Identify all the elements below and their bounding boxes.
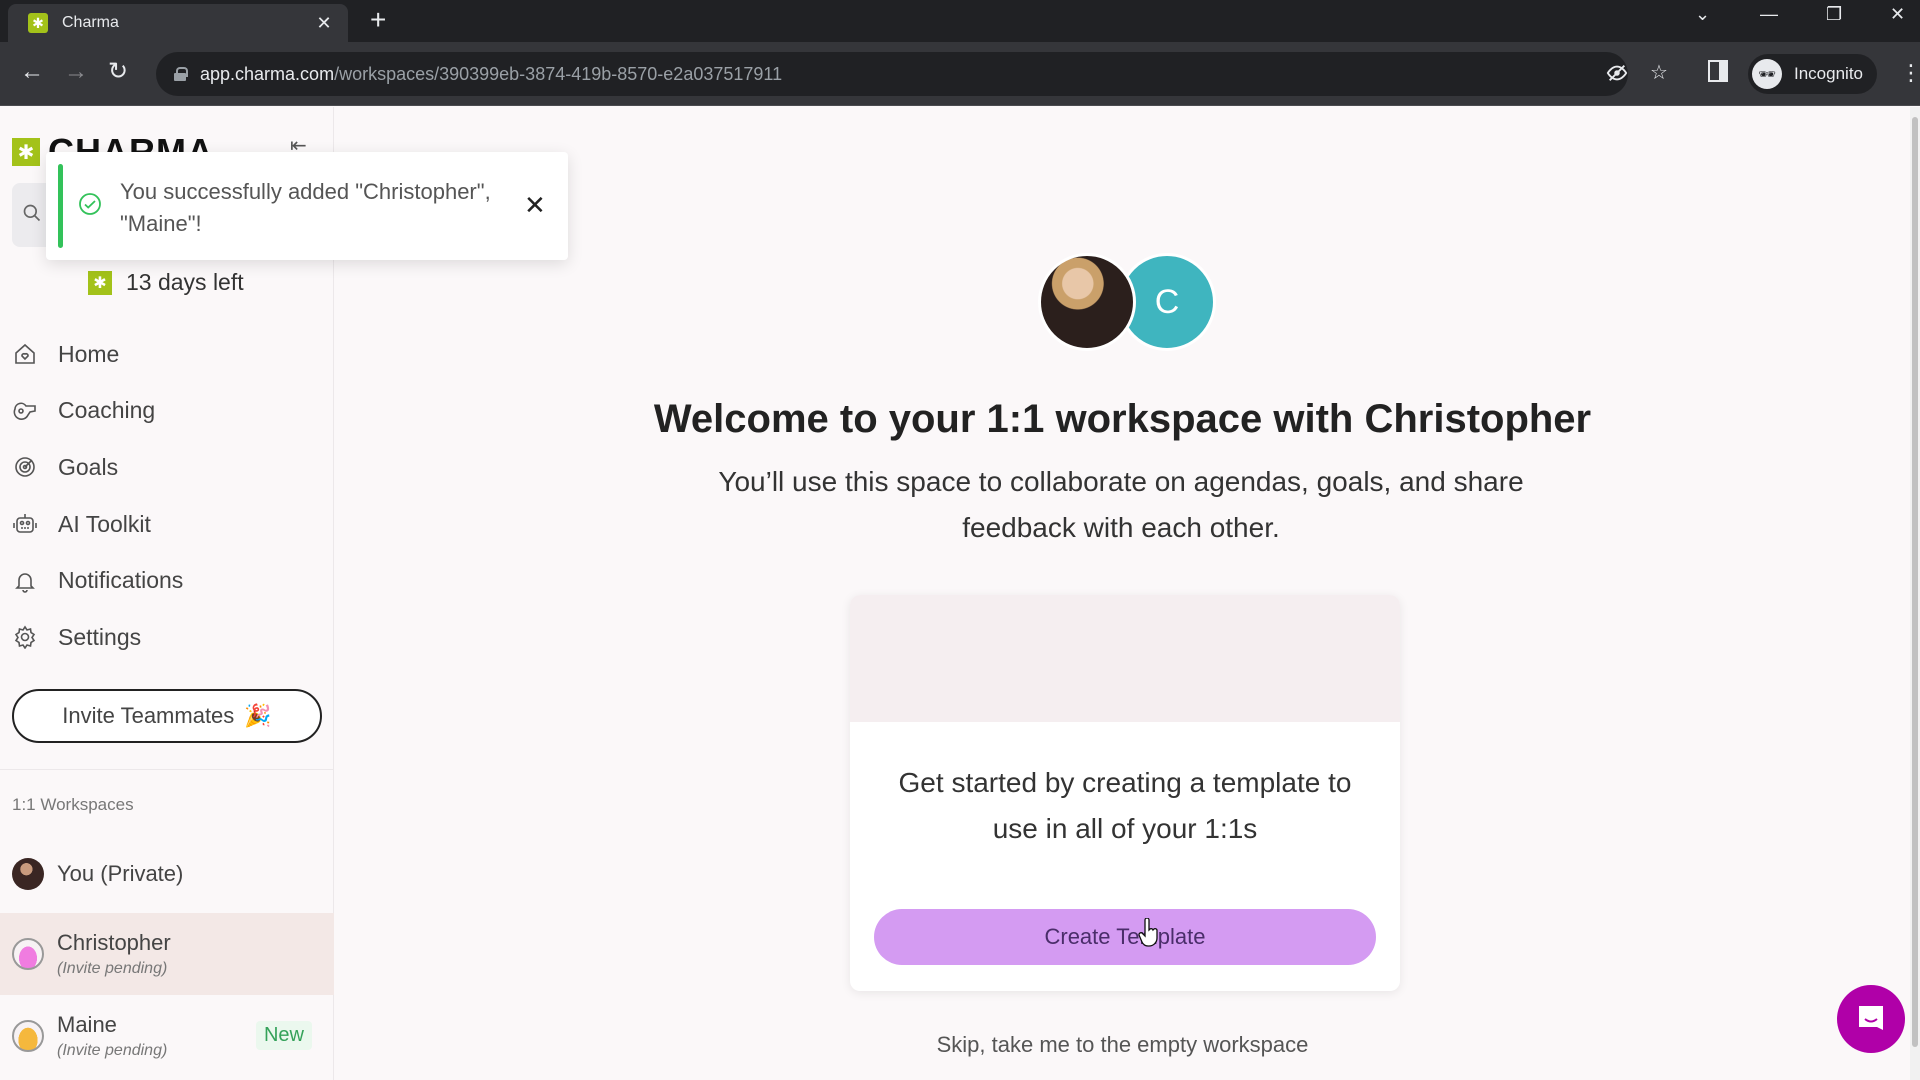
create-template-button[interactable]: Create Template <box>874 909 1376 965</box>
new-badge: New <box>255 1021 312 1050</box>
invite-status: (Invite pending) <box>57 960 168 977</box>
invite-label: Invite Teammates <box>62 703 235 728</box>
sidebar-item-label: Goals <box>58 453 119 480</box>
browser-tab-bar: ✱ Charma ✕ + ⌄ — ❐ ✕ <box>0 0 1920 42</box>
sidebar-item-home[interactable]: Home <box>0 326 334 383</box>
search-icon <box>23 204 41 222</box>
target-icon <box>12 454 38 480</box>
sidebar-item-label: Home <box>58 340 120 367</box>
back-icon[interactable]: ← <box>20 58 44 86</box>
workspace-item-maine[interactable]: Maine (Invite pending) New <box>0 995 334 1077</box>
check-circle-icon <box>79 193 101 215</box>
home-heart-icon <box>12 341 38 367</box>
side-panel-icon[interactable] <box>1708 60 1728 88</box>
skip-link[interactable]: Skip, take me to the empty workspace <box>335 1032 1910 1058</box>
sidebar-item-label: AI Toolkit <box>58 510 151 537</box>
workspace-main: C Welcome to your 1:1 workspace with Chr… <box>335 107 1910 1080</box>
incognito-indicator[interactable]: 🕶 Incognito <box>1748 54 1877 94</box>
robot-icon <box>12 511 38 537</box>
minimize-icon[interactable]: — <box>1760 4 1778 25</box>
charma-star-icon: ✱ <box>88 270 112 295</box>
gear-icon <box>12 624 38 650</box>
page-subtitle: You’ll use this space to collaborate on … <box>718 466 1524 543</box>
avatar <box>12 1020 44 1052</box>
workspace-item-christopher[interactable]: Christopher (Invite pending) <box>0 913 334 995</box>
sidebar-item-label: Notifications <box>58 567 184 594</box>
sidebar-nav: Home Coaching Goals AI Toolkit Notificat… <box>0 326 334 666</box>
incognito-icon: 🕶 <box>1752 59 1782 89</box>
page-title: Welcome to your 1:1 workspace with Chris… <box>653 397 1592 441</box>
new-tab-button[interactable]: + <box>370 6 386 34</box>
star-icon[interactable]: ☆ <box>1650 60 1668 85</box>
toast-close-icon[interactable]: ✕ <box>524 190 546 221</box>
bell-icon <box>12 568 38 594</box>
party-popper-icon: 🎉 <box>244 703 272 728</box>
workspace-name: Christopher <box>57 930 171 955</box>
chat-launcher-button[interactable] <box>1837 985 1905 1053</box>
url-host: app.charma.com <box>200 63 335 84</box>
sidebar-item-label: Coaching <box>58 397 156 424</box>
sidebar-item-goals[interactable]: Goals <box>0 439 334 496</box>
workspace-name: Maine <box>57 1012 117 1037</box>
sidebar-item-notifications[interactable]: Notifications <box>0 552 334 609</box>
scroll-thumb[interactable] <box>1912 117 1918 1047</box>
tab-close-icon[interactable]: ✕ <box>314 13 334 34</box>
invite-status: (Invite pending) <box>57 1042 168 1059</box>
workspaces-section-label: 1:1 Workspaces <box>12 795 134 814</box>
reload-icon[interactable]: ↻ <box>108 58 128 86</box>
address-bar[interactable]: app.charma.com/workspaces/390399eb-3874-… <box>156 52 1668 96</box>
trial-status[interactable]: ✱ 13 days left <box>88 269 244 296</box>
chat-icon <box>1859 1006 1883 1030</box>
trial-days-left: 13 days left <box>126 269 244 295</box>
sidebar-item-ai-toolkit[interactable]: AI Toolkit <box>0 496 334 553</box>
workspace-item-private[interactable]: You (Private) <box>0 835 334 913</box>
template-card: Get started by creating a template to us… <box>850 595 1400 991</box>
avatar <box>12 938 44 970</box>
card-banner <box>850 595 1400 722</box>
hand-cursor-icon <box>1138 918 1158 947</box>
invite-teammates-button[interactable]: Invite Teammates 🎉 <box>12 689 322 743</box>
browser-tab[interactable]: ✱ Charma ✕ <box>8 4 348 42</box>
tab-title: Charma <box>62 14 119 31</box>
incognito-label: Incognito <box>1794 64 1863 83</box>
window-close-icon[interactable]: ✕ <box>1890 4 1905 25</box>
sidebar-divider <box>0 769 334 770</box>
whistle-icon <box>12 398 38 424</box>
sidebar-item-coaching[interactable]: Coaching <box>0 383 334 440</box>
lock-icon <box>174 67 188 81</box>
toast-status-bar <box>58 164 63 248</box>
browser-toolbar: ← → ↻ app.charma.com/workspaces/390399eb… <box>0 42 1920 106</box>
kebab-menu-icon[interactable]: ⋮ <box>1900 60 1920 86</box>
success-toast: You successfully added "Christopher", "M… <box>46 152 568 260</box>
restore-icon[interactable]: ❐ <box>1826 4 1842 25</box>
participant-avatars: C <box>1038 253 1218 353</box>
toast-message: You successfully added "Christopher", "M… <box>120 179 491 236</box>
workspace-list: You (Private) Christopher (Invite pendin… <box>0 835 334 1077</box>
forward-icon[interactable]: → <box>64 58 88 86</box>
sidebar-item-label: Settings <box>58 623 142 650</box>
card-description: Get started by creating a template to us… <box>898 767 1352 844</box>
charma-favicon-icon: ✱ <box>28 13 48 33</box>
charma-logo-icon: ✱ <box>12 138 40 166</box>
eye-off-icon[interactable] <box>1606 62 1628 90</box>
page-scrollbar[interactable] <box>1910 107 1920 1080</box>
avatar <box>12 858 44 890</box>
tab-search-icon[interactable]: ⌄ <box>1695 4 1710 25</box>
sidebar-item-settings[interactable]: Settings <box>0 609 334 666</box>
url-path: /workspaces/390399eb-3874-419b-8570-e2a0… <box>334 63 783 84</box>
user-avatar <box>1038 253 1136 351</box>
workspace-name: You (Private) <box>57 861 184 886</box>
